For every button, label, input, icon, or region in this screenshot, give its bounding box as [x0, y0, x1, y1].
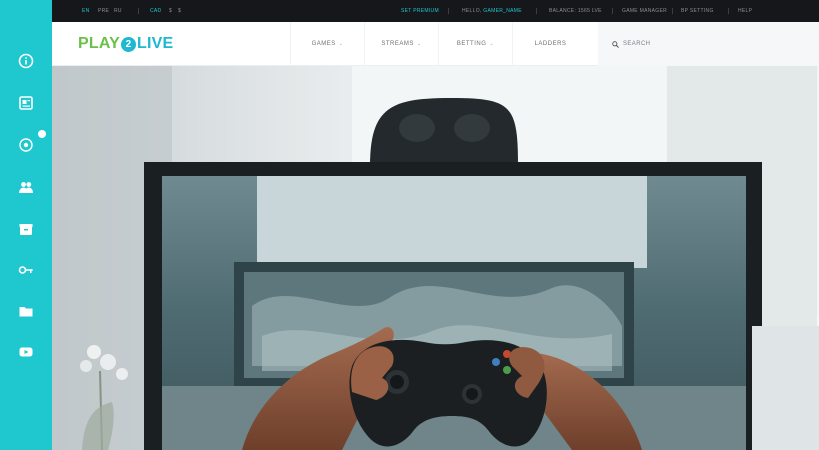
currency-cad[interactable]: CAD	[150, 8, 161, 14]
currency-usd[interactable]: $	[169, 8, 172, 14]
search-icon	[612, 40, 619, 48]
nav-games[interactable]: GAMES ⌄	[290, 22, 364, 66]
hero-image	[52, 66, 819, 450]
chevron-down-icon: ⌄	[489, 41, 495, 47]
nav-games-label: GAMES	[311, 41, 336, 47]
language-pre[interactable]: PRE	[98, 8, 109, 14]
video-icon[interactable]	[17, 343, 35, 361]
divider	[672, 8, 673, 14]
logo[interactable]: PLAY 2 LIVE	[78, 35, 173, 53]
nav-betting[interactable]: BETTING ⌄	[438, 22, 512, 66]
divider	[138, 8, 139, 14]
greeting-prefix: HELLO,	[462, 8, 482, 14]
nav-streams-label: STREAMS	[381, 41, 414, 47]
set-premium-link[interactable]: SET PREMIUM	[401, 8, 439, 14]
help-link[interactable]: HELP	[738, 8, 752, 14]
hero-photo	[52, 66, 819, 450]
chevron-down-icon: ⌄	[338, 41, 344, 47]
language-en[interactable]: EN	[82, 8, 90, 14]
news-icon[interactable]	[17, 94, 35, 112]
logo-part-two: 2	[121, 36, 137, 52]
logo-part-play: PLAY	[78, 35, 121, 52]
community-icon[interactable]	[17, 178, 35, 196]
divider	[536, 8, 537, 14]
language-ru[interactable]: RU	[114, 8, 122, 14]
target-icon[interactable]	[17, 136, 35, 154]
key-icon[interactable]	[17, 261, 35, 279]
sidebar	[0, 0, 52, 450]
nav-betting-label: BETTING	[456, 41, 487, 47]
nav-streams[interactable]: STREAMS ⌄	[364, 22, 438, 66]
top-utility-bar: EN PRE RU CAD $ $ SET PREMIUM HELLO, GAM…	[52, 0, 819, 22]
divider	[612, 8, 613, 14]
shop-icon[interactable]	[17, 220, 35, 238]
nav-ladders-label: LADDERS	[534, 41, 567, 47]
balance-link[interactable]: BALANCE: 1565 LVE	[549, 8, 602, 14]
notification-dot	[38, 130, 46, 138]
greeting-link[interactable]: HELLO, GAMER_NAME	[462, 8, 522, 14]
logo-part-live: LIVE	[137, 35, 174, 52]
search-input[interactable]: SEARCH	[598, 22, 819, 66]
bp-setting-link[interactable]: BP SETTING	[681, 8, 714, 14]
currency-usd-alt[interactable]: $	[178, 8, 181, 14]
divider	[728, 8, 729, 14]
chevron-down-icon: ⌄	[416, 41, 422, 47]
info-icon[interactable]	[17, 52, 35, 70]
game-manager-link[interactable]: GAME MANAGER	[622, 8, 667, 14]
folder-icon[interactable]	[17, 302, 35, 320]
search-placeholder: SEARCH	[623, 41, 651, 47]
page: EN PRE RU CAD $ $ SET PREMIUM HELLO, GAM…	[0, 0, 819, 450]
username: GAMER_NAME	[483, 8, 522, 14]
nav-ladders[interactable]: LADDERS	[512, 22, 588, 66]
main-header: PLAY 2 LIVE GAMES ⌄ STREAMS ⌄ BETTING ⌄ LAD…	[52, 22, 819, 66]
divider	[448, 8, 449, 14]
